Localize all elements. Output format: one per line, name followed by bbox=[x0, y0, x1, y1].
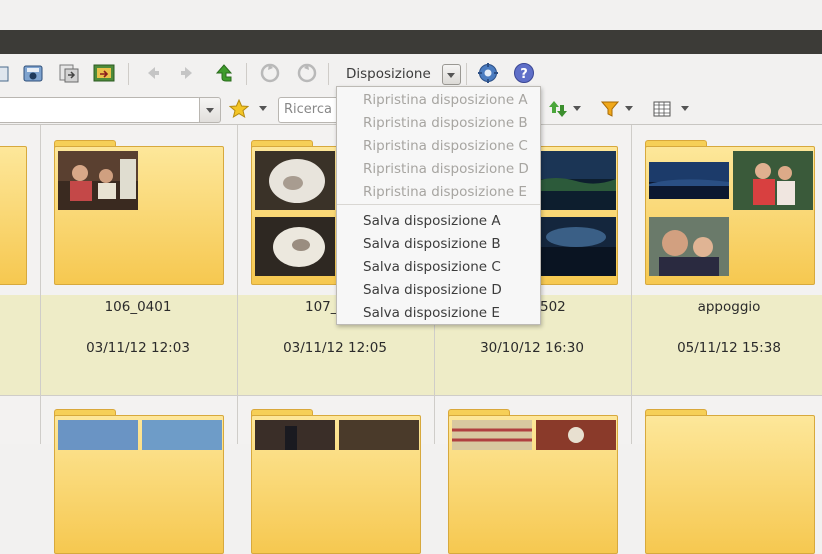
folder-thumbnail[interactable] bbox=[0, 140, 27, 285]
filter-funnel-icon[interactable] bbox=[600, 99, 620, 119]
slideshow-icon[interactable] bbox=[93, 62, 115, 84]
menu-item-restore-e: Ripristina disposizione E bbox=[363, 184, 527, 200]
rotate-left-icon[interactable] bbox=[259, 62, 281, 84]
svg-text:?: ? bbox=[520, 67, 528, 82]
grid-divider bbox=[631, 125, 632, 444]
folder-photo bbox=[255, 151, 335, 210]
folder-photo bbox=[58, 420, 138, 450]
menu-item-restore-d: Ripristina disposizione D bbox=[363, 161, 529, 177]
folder-photo bbox=[339, 420, 419, 450]
bookmark-dropdown-arrow[interactable] bbox=[259, 106, 267, 111]
folder-thumbnail[interactable] bbox=[448, 409, 618, 554]
menu-item-save-e[interactable]: Salva disposizione E bbox=[363, 305, 500, 321]
menu-item-restore-c: Ripristina disposizione C bbox=[363, 138, 528, 154]
forward-arrow-icon[interactable] bbox=[177, 62, 199, 84]
bookmark-star-icon[interactable] bbox=[229, 99, 249, 119]
folder-photo bbox=[255, 217, 335, 276]
search-placeholder: Ricerca bbox=[284, 102, 332, 117]
folder-photo bbox=[733, 151, 813, 210]
menu-item-save-d[interactable]: Salva disposizione D bbox=[363, 282, 502, 298]
export-icon[interactable] bbox=[58, 62, 80, 84]
up-arrow-icon[interactable] bbox=[213, 62, 235, 84]
sort-arrows-icon[interactable] bbox=[548, 99, 568, 119]
toolbar-separator bbox=[328, 63, 329, 85]
folder-thumbnail[interactable] bbox=[54, 140, 224, 285]
toolbar-separator bbox=[466, 63, 467, 85]
disposizione-menu: Ripristina disposizione A Ripristina dis… bbox=[336, 86, 541, 325]
window-title-bar bbox=[0, 30, 822, 54]
disposizione-label[interactable]: Disposizione bbox=[346, 66, 431, 82]
menu-item-save-b[interactable]: Salva disposizione B bbox=[363, 236, 501, 252]
menu-item-restore-a: Ripristina disposizione A bbox=[363, 92, 528, 108]
settings-gear-icon[interactable] bbox=[477, 62, 499, 84]
filter-dropdown-arrow[interactable] bbox=[625, 106, 633, 111]
menu-item-restore-b: Ripristina disposizione B bbox=[363, 115, 528, 131]
path-input[interactable] bbox=[0, 97, 201, 123]
rotate-right-icon[interactable] bbox=[296, 62, 318, 84]
help-icon[interactable]: ? bbox=[513, 62, 535, 84]
folder-photo bbox=[536, 217, 616, 276]
folder-thumbnail[interactable] bbox=[645, 140, 815, 285]
folder-date: 05/11/12 15:38 bbox=[677, 340, 781, 356]
folder-thumbnail[interactable] bbox=[54, 409, 224, 554]
view-grid-icon[interactable] bbox=[652, 99, 672, 119]
menu-item-save-a[interactable]: Salva disposizione A bbox=[363, 213, 501, 229]
grid-divider bbox=[40, 125, 41, 444]
photo-add-icon[interactable] bbox=[0, 62, 10, 84]
back-arrow-icon[interactable] bbox=[141, 62, 163, 84]
menu-item-save-c[interactable]: Salva disposizione C bbox=[363, 259, 501, 275]
folder-date: 30/10/12 16:30 bbox=[480, 340, 584, 356]
window-top-strip bbox=[0, 0, 822, 30]
folder-thumbnail[interactable] bbox=[251, 409, 421, 554]
folder-name: appoggio bbox=[697, 299, 761, 315]
folder-photo bbox=[255, 420, 335, 450]
folder-name: 106_0401 bbox=[104, 299, 172, 315]
menu-separator bbox=[337, 204, 540, 205]
folder-photo bbox=[536, 420, 616, 450]
search-input[interactable]: Ricerca bbox=[278, 97, 341, 123]
folder-photo bbox=[58, 151, 138, 210]
toolbar-separator bbox=[246, 63, 247, 85]
path-dropdown-button[interactable] bbox=[199, 97, 221, 123]
folder-photo bbox=[452, 420, 532, 450]
view-dropdown-arrow[interactable] bbox=[681, 106, 689, 111]
camera-import-icon[interactable] bbox=[22, 62, 44, 84]
toolbar-separator bbox=[128, 63, 129, 85]
disposizione-dropdown-button[interactable] bbox=[442, 64, 461, 85]
folder-photo bbox=[142, 420, 222, 450]
folder-photo bbox=[536, 151, 616, 210]
folder-photo bbox=[649, 162, 729, 199]
grid-divider bbox=[237, 125, 238, 444]
row-divider bbox=[0, 395, 822, 396]
sort-dropdown-arrow[interactable] bbox=[573, 106, 581, 111]
folder-photo bbox=[649, 217, 729, 276]
folder-date: 03/11/12 12:03 bbox=[86, 340, 190, 356]
folder-date: 03/11/12 12:05 bbox=[283, 340, 387, 356]
folder-thumbnail[interactable] bbox=[645, 409, 815, 554]
